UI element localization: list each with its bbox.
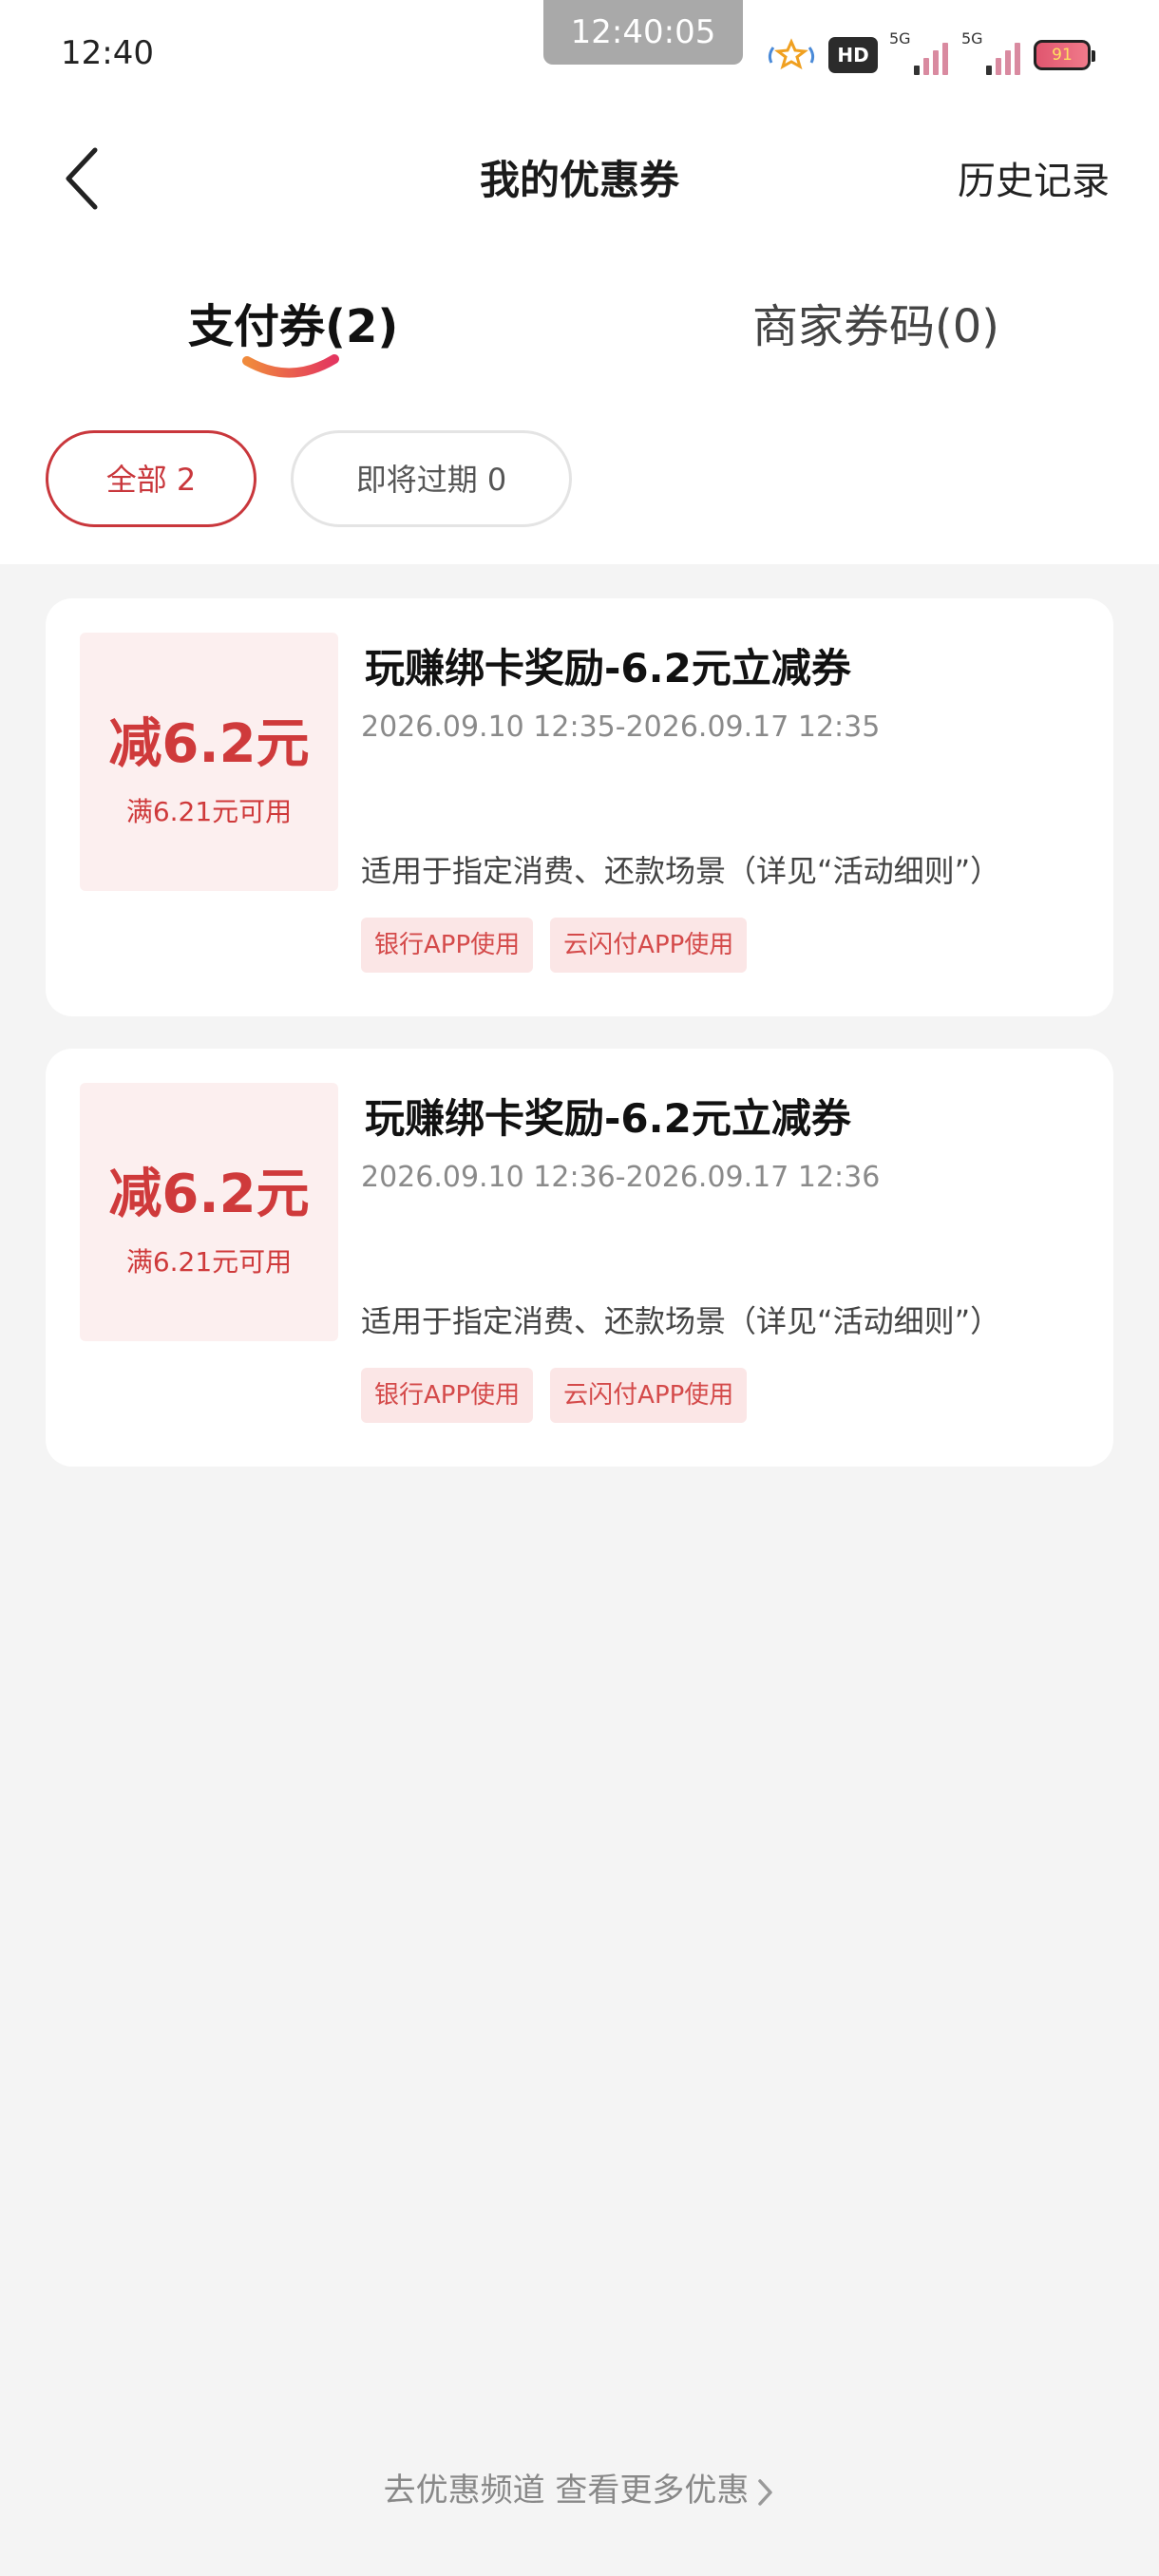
status-icons: HD 5G 5G 91 [766,28,1095,82]
history-link[interactable]: 历史记录 [958,150,1110,205]
coupon-condition: 满6.21元可用 [125,796,293,827]
battery-icon: 91 [1034,40,1095,70]
coupon-card[interactable]: 减6.2元 满6.21元可用 玩赚绑卡奖励-6.2元立减券 2026.09.10… [46,1049,1113,1467]
chevron-right-icon [758,2478,773,2506]
signal-icon: 5G [889,29,950,75]
filter-all[interactable]: 全部 2 [46,430,256,527]
status-bar: 12:40 12:40:05 HD 5G 5G 91 [0,0,1159,104]
hd-voice-icon: HD [828,37,878,73]
coupon-value-box: 减6.2元 满6.21元可用 [80,1083,338,1341]
coupon-tags: 银行APP使用 云闪付APP使用 [361,918,748,973]
coupon-amount: 减6.2元 [108,713,310,775]
coupon-condition: 满6.21元可用 [125,1246,293,1278]
coupon-tags: 银行APP使用 云闪付APP使用 [361,1368,748,1423]
tab-payment-coupons[interactable]: 支付券(2) [188,289,398,355]
coupon-validity: 2026.09.10 12:35-2026.09.17 12:35 [361,710,881,744]
active-tab-indicator [242,354,339,378]
status-time: 12:40 [61,34,154,72]
coupon-tag: 云闪付APP使用 [550,918,748,973]
coupon-value-box: 减6.2元 满6.21元可用 [80,633,338,891]
coupon-validity: 2026.09.10 12:36-2026.09.17 12:36 [361,1161,881,1194]
filter-expiring[interactable]: 即将过期 0 [291,430,572,527]
coupon-description: 适用于指定消费、还款场景（详见“活动细则”） [361,1303,1001,1339]
coupon-title: 玩赚绑卡奖励-6.2元立减券 [365,1095,851,1142]
coupon-tag: 银行APP使用 [361,1368,534,1423]
clock-overlay: 12:40:05 [543,0,743,65]
coupon-page: 12:40 12:40:05 HD 5G 5G 91 我的优惠券 历史记录 支付… [0,0,1159,2576]
coupon-description: 适用于指定消费、还款场景（详见“活动细则”） [361,853,1001,889]
more-offers-label: 去优惠频道 查看更多优惠 [383,2472,750,2510]
coupon-amount: 减6.2元 [108,1164,310,1225]
tab-merchant-codes[interactable]: 商家券码(0) [752,289,999,355]
coupon-tag: 云闪付APP使用 [550,1368,748,1423]
more-offers-link[interactable]: 去优惠频道 查看更多优惠 [0,2464,1159,2510]
coupon-title: 玩赚绑卡奖励-6.2元立减券 [365,645,851,691]
coupon-card[interactable]: 减6.2元 满6.21元可用 玩赚绑卡奖励-6.2元立减券 2026.09.10… [46,598,1113,1016]
wifi-calling-icon [768,38,815,70]
signal-icon: 5G [961,29,1022,75]
back-arrow-icon[interactable] [53,142,110,215]
coupon-tag: 银行APP使用 [361,918,534,973]
top-panel: 12:40 12:40:05 HD 5G 5G 91 我的优惠券 历史记录 支付… [0,0,1159,564]
